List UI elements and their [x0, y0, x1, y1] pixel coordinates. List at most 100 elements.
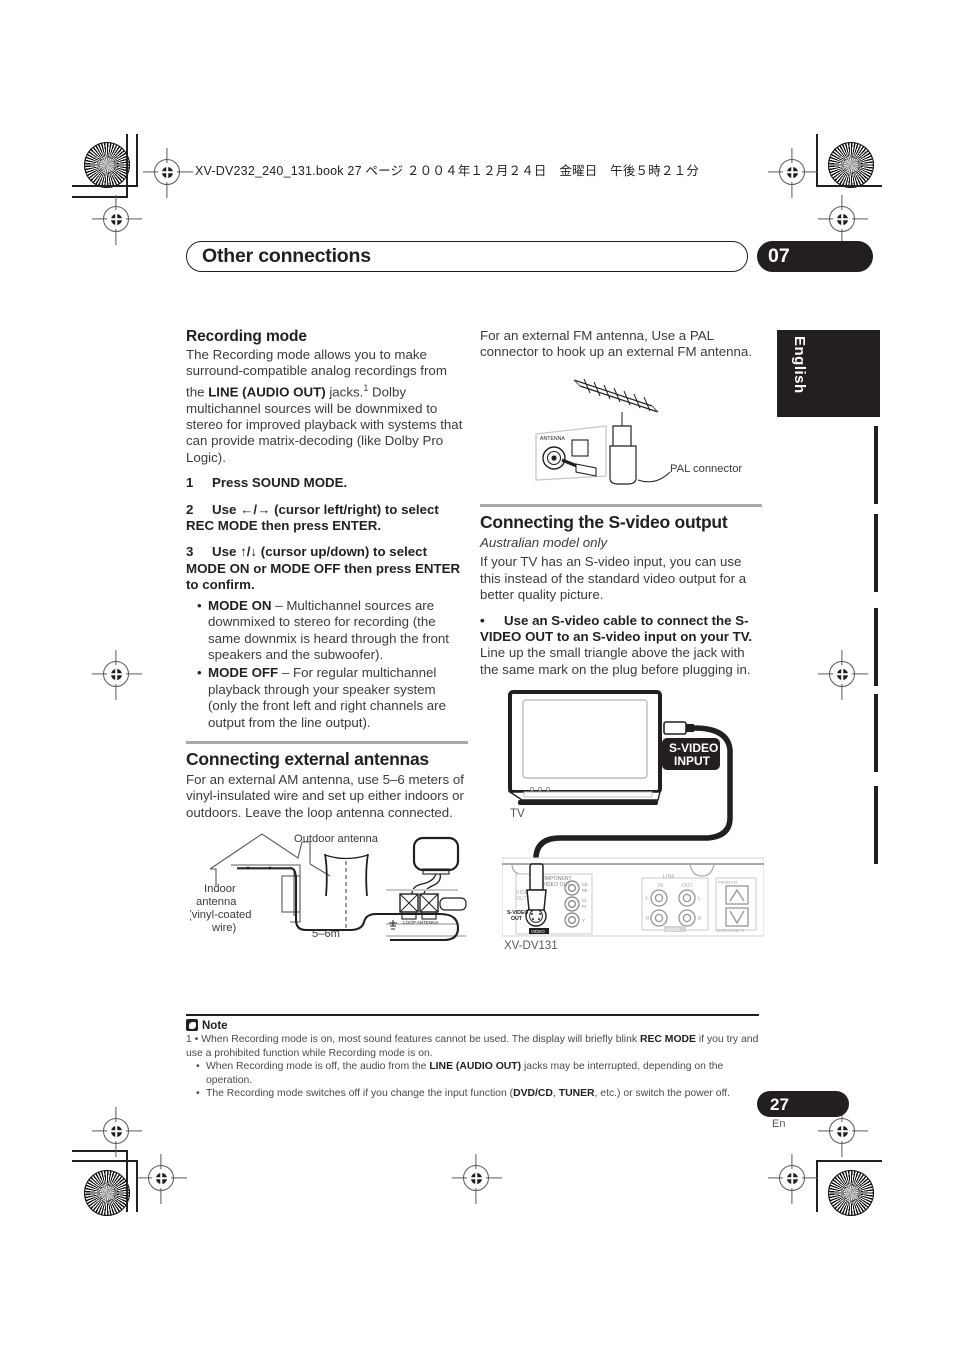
- chapter-number: 07: [768, 245, 790, 267]
- registration-rosette-bottom-left: [84, 1170, 130, 1216]
- registration-target-bottom-left: [148, 1165, 174, 1191]
- note-item-3: The Recording mode switches off if you c…: [196, 1087, 761, 1101]
- edge-index-tab-5: [874, 786, 878, 864]
- step-item-1: 1 Press SOUND MODE.: [186, 475, 468, 491]
- registration-target-bottom-center: [463, 1165, 489, 1191]
- registration-rosette-top-left: [84, 142, 130, 188]
- crop-mark-tl2-h: [72, 196, 128, 198]
- label-lead-length: 5–6m: [312, 928, 340, 940]
- step-text-2: Use ←/→ (cursor left/right) to select RE…: [186, 501, 439, 534]
- svideo-input-plug: [663, 721, 694, 735]
- registration-target-right-lower: [829, 1118, 855, 1144]
- crop-mark-tr-v: [816, 134, 818, 186]
- paragraph-fm-antenna: For an external FM antenna, Use a PAL co…: [480, 328, 753, 360]
- language-thumb-tab: English: [777, 330, 880, 417]
- bullet-dot-icon: •: [480, 612, 485, 628]
- crop-mark-br-v: [816, 1160, 818, 1212]
- note-content: 1 • When Recording mode is on, most soun…: [186, 1033, 761, 1101]
- note-item-2: When Recording mode is off, the audio fr…: [196, 1060, 761, 1087]
- intro-text-b: jacks.: [325, 384, 364, 400]
- figure-svideo-connection: TV S-VIDEO INPUT COMPONENT VIDEO OUT Cb …: [501, 688, 765, 953]
- instruction-rest-text: Line up the small triangle above the jac…: [480, 645, 751, 677]
- option-label-mode-off: MODE OFF: [208, 665, 279, 681]
- registration-target-left-upper: [103, 206, 129, 232]
- note-2-bold: LINE (AUDIO OUT): [429, 1061, 522, 1073]
- registration-target-top-right: [779, 159, 805, 185]
- label-indoor-3: (vinyl-coated: [190, 909, 251, 921]
- registration-target-right-middle: [829, 661, 855, 687]
- svg-text:FRONT R: FRONT R: [718, 880, 737, 885]
- svideo-section-text: Connecting the S-video output Australian…: [480, 504, 762, 678]
- step-item-2: 2 Use ←/→ (cursor left/right) to select R…: [186, 502, 468, 535]
- note-3-text-b: , etc.) or switch the power off.: [594, 1088, 731, 1100]
- svg-text:Cb: Cb: [582, 882, 588, 887]
- book-file-info-line: XV-DV232_240_131.book 27 ページ ２００４年１２月２４日…: [195, 164, 700, 178]
- language-thumb-tab-label: English: [791, 336, 808, 394]
- rear-panel-illustration: COMPONENT VIDEO OUT Cb Pb Cr Pr Y VIDEO …: [501, 857, 765, 937]
- am-antenna-diagram-svg: Outdoor antenna Indoor antenna (vinyl-co…: [188, 833, 467, 942]
- svg-text:L: L: [698, 896, 701, 902]
- pal-connector-diagram-svg: ANTENNA PAL connector: [535, 378, 742, 485]
- crop-mark-bl-v: [136, 1160, 138, 1212]
- step-text-3: Use ↑/↓ (cursor up/down) to select MODE …: [186, 544, 461, 593]
- paragraph-external-antennas: For an external AM antenna, use 5–6 mete…: [186, 771, 464, 820]
- recording-mode-options-list: MODE ON – Multichannel sources are downm…: [186, 598, 468, 731]
- label-loop-antenna: LOOP ANTENNA: [403, 920, 440, 925]
- svg-text:OUT: OUT: [682, 883, 693, 889]
- page-language-code: En: [772, 1118, 786, 1130]
- right-text-column: For an external FM antenna, Use a PAL co…: [480, 328, 762, 370]
- registration-rosette-bottom-right: [828, 1170, 874, 1216]
- label-svideo-input-line2: INPUT: [674, 754, 711, 768]
- label-indoor-4: wire): [211, 922, 237, 934]
- label-antenna-port: ANTENNA: [540, 436, 565, 442]
- footnote-item-1: 1 • When Recording mode is on, most soun…: [186, 1034, 759, 1059]
- crop-mark-bl2-h: [72, 1150, 128, 1152]
- heading-connecting-external-antennas: Connecting external antennas: [186, 748, 429, 769]
- footnote-number: 1: [186, 1034, 192, 1045]
- note-2-text-a: When Recording mode is off, the audio fr…: [206, 1061, 430, 1073]
- crop-mark-br-h: [816, 1160, 882, 1162]
- label-indoor-2: antenna: [196, 896, 237, 908]
- label-model-number: XV-DV131: [504, 940, 558, 952]
- edge-index-tab-4: [874, 694, 878, 772]
- left-text-column: Recording mode The Recording mode allows…: [186, 328, 468, 821]
- label-pal-connector: PAL connector: [670, 463, 742, 475]
- step-number-3: 3: [186, 544, 194, 560]
- bullet-svideo-instruction: • Use an S-video cable to connect the S-V…: [480, 613, 762, 679]
- page-number: 27: [770, 1095, 789, 1114]
- step-item-3: 3 Use ↑/↓ (cursor up/down) to select MODE…: [186, 544, 468, 593]
- registration-target-left-lower: [103, 1118, 129, 1144]
- note-separator-rule: [186, 1014, 759, 1017]
- step-number-2: 2: [186, 501, 194, 517]
- label-svideo-input-line1: S-VIDEO: [669, 741, 718, 755]
- edge-index-tab-2: [874, 514, 878, 592]
- svg-text:Pb: Pb: [582, 888, 588, 893]
- note-icon: [186, 1019, 198, 1031]
- note-heading: Note: [186, 1019, 228, 1032]
- note-3-bold2: TUNER: [558, 1088, 595, 1100]
- term-line-audio-out: LINE (AUDIO OUT): [208, 384, 326, 400]
- registration-target-left-middle: [103, 661, 129, 687]
- crop-mark-tr-h: [816, 185, 882, 187]
- label-indoor-1: Indoor: [204, 883, 236, 895]
- svg-text:OUT: OUT: [516, 896, 528, 902]
- svg-text:Y: Y: [582, 918, 585, 923]
- registration-target-bottom-right: [779, 1165, 805, 1191]
- heading-recording-mode: Recording mode: [186, 328, 307, 345]
- edge-index-tab-3: [874, 608, 878, 686]
- figure-pal-connector: ANTENNA PAL connector: [510, 368, 760, 490]
- label-outdoor-antenna: Outdoor antenna: [294, 833, 379, 845]
- paragraph-svideo-intro: If your TV has an S-video input, you can…: [480, 554, 747, 603]
- svg-text:SURROUND R: SURROUND R: [716, 928, 744, 933]
- step-number-1: 1: [186, 475, 194, 491]
- registration-target-right-upper: [829, 206, 855, 232]
- list-item-mode-off: MODE OFF – For regular multichannel play…: [197, 665, 468, 731]
- svg-text:Cr: Cr: [582, 898, 587, 903]
- svg-text:AUDIO: AUDIO: [666, 927, 680, 932]
- note-3-text-a: The Recording mode switches off if you c…: [206, 1088, 514, 1100]
- footnote-1-bold: REC MODE: [639, 1034, 696, 1045]
- svg-text:LINE: LINE: [663, 874, 675, 880]
- edge-index-tab-1: [874, 426, 878, 504]
- svg-text:IN: IN: [658, 883, 663, 889]
- svg-text:R: R: [698, 916, 702, 922]
